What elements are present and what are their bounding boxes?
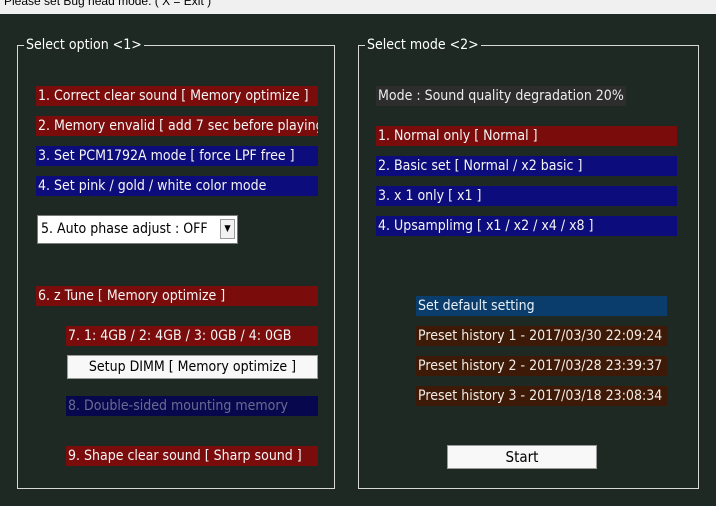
preset-history-3[interactable]: Preset history 3 - 2017/03/18 23:08:34 <box>416 386 667 406</box>
mode-x1-only[interactable]: 3. x 1 only [ x1 ] <box>376 186 677 206</box>
preset-history-1[interactable]: Preset history 1 - 2017/03/30 22:09:24 <box>416 326 667 346</box>
mode-normal-only[interactable]: 1. Normal only [ Normal ] <box>376 126 677 146</box>
select-mode-title: Select mode <2> <box>365 36 481 54</box>
option-color-mode[interactable]: 4. Set pink / gold / white color mode <box>36 176 318 196</box>
select-mode-panel: Select mode <2> Mode : Sound quality deg… <box>358 36 699 489</box>
mode-basic-set[interactable]: 2. Basic set [ Normal / x2 basic ] <box>376 156 677 176</box>
select-option-panel: Select option <1> 1. Correct clear sound… <box>17 36 335 489</box>
select-option-title: Select option <1> <box>24 36 144 54</box>
window-title: Please set Bug head mode. ( X = Exit ) <box>4 0 212 8</box>
auto-phase-select-value: 5. Auto phase adjust : OFF <box>41 221 208 237</box>
option-correct-clear-sound[interactable]: 1. Correct clear sound [ Memory optimize… <box>36 86 318 106</box>
setup-dimm-button[interactable]: Setup DIMM [ Memory optimize ] <box>67 355 318 379</box>
mode-upsampling[interactable]: 4. Upsamplimg [ x1 / x2 / x4 / x8 ] <box>376 216 677 236</box>
auto-phase-select[interactable]: 5. Auto phase adjust : OFF ▼ <box>37 215 238 244</box>
option-memory-envalid[interactable]: 2. Memory envalid [ add 7 sec before pla… <box>36 116 318 136</box>
mode-status: Mode : Sound quality degradation 20% <box>376 86 626 106</box>
start-button[interactable]: Start <box>447 445 597 469</box>
preset-history-2[interactable]: Preset history 2 - 2017/03/28 23:39:37 <box>416 356 667 376</box>
set-default-setting[interactable]: Set default setting <box>416 296 667 316</box>
option-shape-clear-sound[interactable]: 9. Shape clear sound [ Sharp sound ] <box>66 446 318 466</box>
option-pcm1792a-mode[interactable]: 3. Set PCM1792A mode [ force LPF free ] <box>36 146 318 166</box>
option-double-sided-memory[interactable]: 8. Double-sided mounting memory <box>66 396 318 416</box>
chevron-down-icon[interactable]: ▼ <box>220 219 235 239</box>
option-z-tune[interactable]: 6. z Tune [ Memory optimize ] <box>36 286 318 306</box>
window-title-bar: Please set Bug head mode. ( X = Exit ) <box>0 0 716 14</box>
dimm-info: 7. 1: 4GB / 2: 4GB / 3: 0GB / 4: 0GB <box>66 326 318 346</box>
